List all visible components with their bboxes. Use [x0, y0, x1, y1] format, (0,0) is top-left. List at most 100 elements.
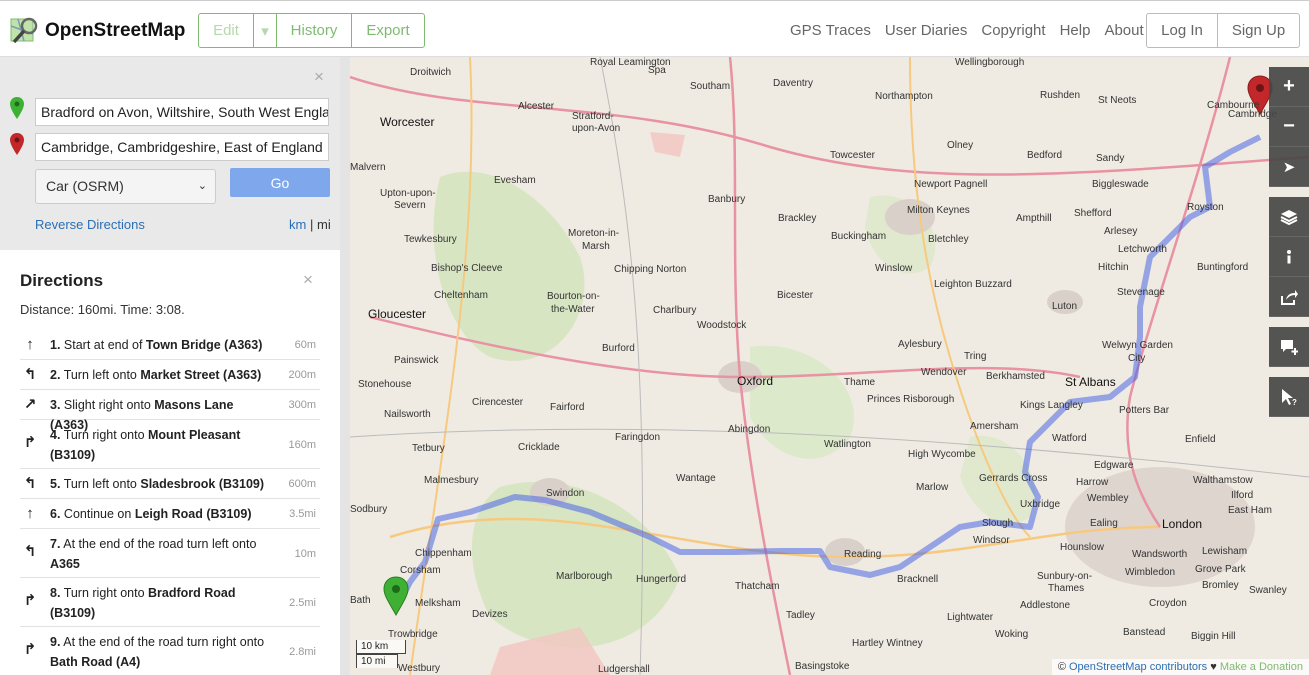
step-number: 4. — [50, 428, 61, 442]
zoom-out-button[interactable]: − — [1269, 107, 1309, 147]
map-attribution: © OpenStreetMap contributors ♥ Make a Do… — [1051, 659, 1309, 675]
step-instruction: Turn left onto — [63, 477, 141, 491]
directions-title: Directions — [20, 271, 104, 290]
add-note-button[interactable] — [1269, 327, 1309, 367]
reverse-directions-link[interactable]: Reverse Directions — [35, 217, 145, 232]
close-directions-icon[interactable]: × — [303, 270, 313, 290]
place-label: Winslow — [875, 263, 913, 274]
place-label: Hungerford — [636, 574, 687, 585]
place-label: Stratford- — [572, 111, 614, 122]
query-controls: ? — [1269, 377, 1309, 417]
route-summary: Distance: 160mi. Time: 3:08. — [20, 302, 185, 317]
step-number: 9. — [50, 635, 61, 649]
start-marker-icon — [10, 97, 24, 119]
locate-button[interactable]: ➤ — [1269, 147, 1309, 187]
place-label: Welwyn Garden — [1102, 340, 1173, 351]
routing-engine-value: Car (OSRM) — [46, 178, 124, 194]
layers-button[interactable] — [1269, 197, 1309, 237]
route-from-input[interactable]: Bradford on Avon, Wiltshire, South West … — [35, 98, 329, 126]
edit-button[interactable]: Edit — [199, 14, 254, 47]
place-label: Wembley — [1087, 493, 1129, 504]
step-road: Bath Road (A4) — [50, 655, 141, 669]
turn-right-icon: ↱ — [23, 434, 37, 451]
step-distance: 300m — [288, 399, 316, 411]
query-features-button[interactable]: ? — [1269, 377, 1309, 417]
place-label: Malvern — [350, 162, 386, 173]
place-label: Addlestone — [1020, 600, 1071, 611]
place-label: Bishop's Cleeve — [431, 263, 503, 274]
place-label: Hounslow — [1060, 542, 1104, 553]
zoom-controls: + − ➤ — [1269, 67, 1309, 187]
nav-about[interactable]: About — [1104, 22, 1143, 39]
direction-step[interactable]: ↑ 1. Start at end of Town Bridge (A363) … — [20, 330, 320, 360]
osm-contributors-link[interactable]: OpenStreetMap contributors — [1069, 661, 1207, 673]
place-label: Letchworth — [1118, 244, 1167, 255]
place-label: Southam — [690, 81, 731, 92]
straight-arrow-icon: ↑ — [26, 336, 34, 353]
place-label: Upton-upon- — [380, 188, 436, 199]
place-label: Hitchin — [1098, 262, 1129, 273]
place-label: Gerrards Cross — [979, 473, 1048, 484]
step-instruction: At the end of the road turn left onto — [63, 537, 257, 551]
routing-engine-select[interactable]: Car (OSRM) ⌄ — [35, 169, 216, 204]
directions-form: × Bradford on Avon, Wiltshire, South Wes… — [0, 57, 340, 250]
route-to-input[interactable]: Cambridge, Cambridgeshire, East of Engla… — [35, 133, 329, 161]
map-view[interactable]: Droitwich Royal Leamington Spa Wellingborou… — [350, 57, 1309, 675]
step-number: 8. — [50, 586, 61, 600]
direction-step[interactable]: ↑ 6. Continue on Leigh Road (B3109) 3.5m… — [20, 499, 320, 529]
direction-step[interactable]: ↰ 5. Turn left onto Sladesbrook (B3109) … — [20, 469, 320, 499]
edit-button-group: Edit ▾ History Export — [198, 13, 425, 48]
place-label: Biggin Hill — [1191, 631, 1236, 642]
brand-logo[interactable]: OpenStreetMap — [10, 16, 185, 46]
direction-step[interactable]: ↱ 4. Turn right onto Mount Pleasant (B31… — [20, 420, 320, 469]
place-label: Brackley — [778, 213, 817, 224]
place-label: Leighton Buzzard — [934, 279, 1012, 290]
signup-button[interactable]: Sign Up — [1218, 14, 1299, 47]
direction-step[interactable]: ↱ 8. Turn right onto Bradford Road (B310… — [20, 578, 320, 627]
step-instruction: Turn right onto — [63, 586, 148, 600]
login-button[interactable]: Log In — [1147, 14, 1218, 47]
place-label: Marlow — [916, 482, 949, 493]
place-label: Malmesbury — [424, 475, 479, 486]
place-label: Grove Park — [1195, 564, 1246, 575]
direction-step[interactable]: ↱ 9. At the end of the road turn right o… — [20, 627, 320, 675]
direction-step[interactable]: ↰ 2. Turn left onto Market Street (A363)… — [20, 360, 320, 390]
turn-left-icon: ↰ — [23, 475, 37, 492]
step-distance: 2.8mi — [289, 646, 316, 658]
donate-link[interactable]: Make a Donation — [1220, 661, 1303, 673]
zoom-in-button[interactable]: + — [1269, 67, 1309, 107]
place-label: Severn — [394, 200, 426, 211]
nav-user-diaries[interactable]: User Diaries — [885, 22, 968, 39]
place-label: Bourton-on- — [547, 291, 600, 302]
nav-copyright[interactable]: Copyright — [981, 22, 1045, 39]
step-road: Town Bridge (A363) — [145, 338, 263, 352]
export-button[interactable]: Export — [352, 14, 424, 47]
straight-arrow-icon: ↑ — [26, 505, 34, 522]
units-mi-link[interactable]: mi — [317, 217, 331, 232]
step-distance: 3.5mi — [289, 508, 316, 520]
sidebar-resize-handle[interactable] — [340, 57, 350, 675]
map-key-button[interactable] — [1269, 237, 1309, 277]
direction-step[interactable]: ↗ 3. Slight right onto Masons Lane (A363… — [20, 390, 320, 432]
close-directions-form-icon[interactable]: × — [314, 67, 324, 87]
step-instruction: Turn left onto — [63, 368, 141, 382]
step-distance: 200m — [288, 369, 316, 381]
place-label: Buntingford — [1197, 262, 1249, 273]
go-button[interactable]: Go — [230, 168, 330, 197]
share-button[interactable] — [1269, 277, 1309, 317]
units-km-link[interactable]: km — [289, 217, 306, 232]
history-button[interactable]: History — [277, 14, 352, 47]
place-label: Abingdon — [728, 424, 771, 435]
place-label: Tewkesbury — [404, 234, 457, 245]
place-label: Chipping Norton — [614, 264, 687, 275]
place-label: Arlesey — [1104, 226, 1138, 237]
nav-help[interactable]: Help — [1060, 22, 1091, 39]
place-label: Cheltenham — [434, 290, 488, 301]
nav-gps-traces[interactable]: GPS Traces — [790, 22, 871, 39]
place-label: Swanley — [1249, 585, 1287, 596]
place-label: Corsham — [400, 565, 441, 576]
direction-step[interactable]: ↰ 7. At the end of the road turn left on… — [20, 529, 320, 578]
turn-right-icon: ↱ — [23, 592, 37, 609]
edit-dropdown-caret-icon[interactable]: ▾ — [254, 14, 277, 47]
place-label: Wantage — [676, 473, 716, 484]
